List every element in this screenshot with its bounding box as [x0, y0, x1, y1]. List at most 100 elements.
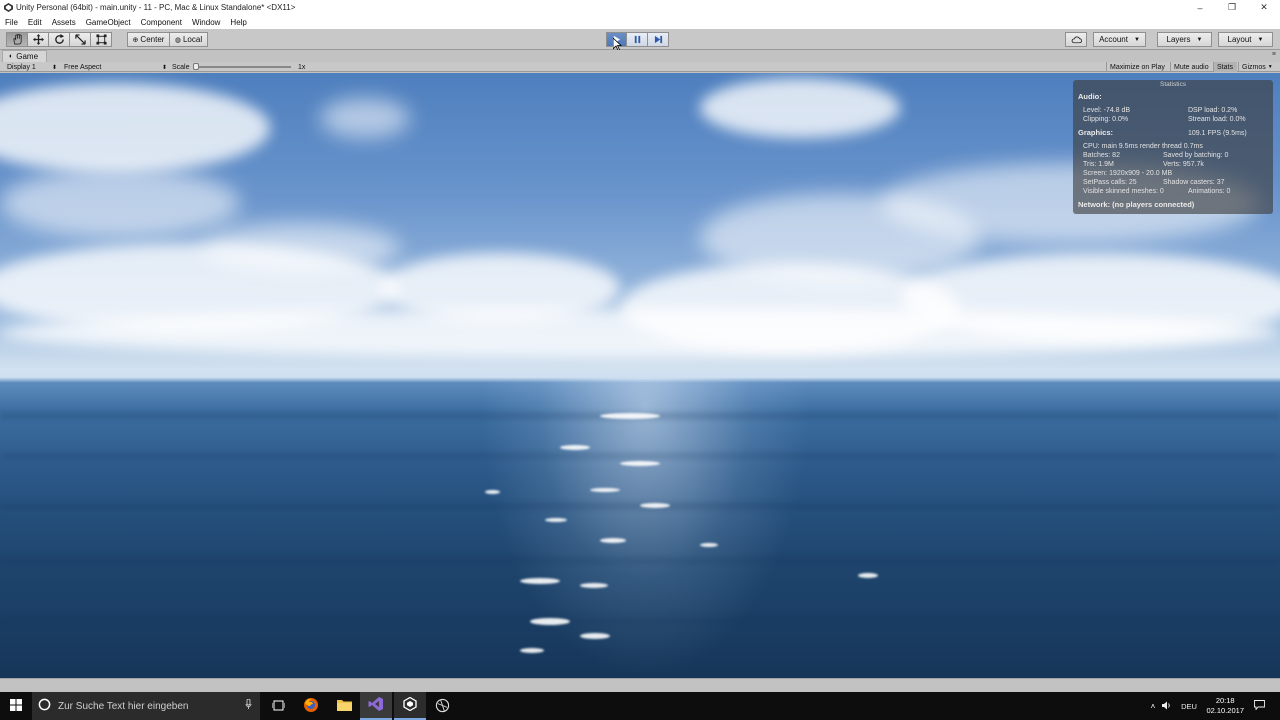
audio-clipping: Clipping: 0.0% — [1083, 116, 1129, 123]
scale-slider-track[interactable] — [195, 66, 291, 68]
pivot-local-button[interactable]: ◍ Local — [170, 32, 208, 47]
caret-down-icon: ▼ — [1133, 36, 1140, 43]
glint — [520, 578, 560, 584]
glint — [530, 618, 570, 625]
menu-assets[interactable]: Assets — [47, 18, 81, 27]
account-dropdown[interactable]: Account ▼ — [1093, 32, 1146, 47]
glint — [600, 538, 626, 543]
move-tool-button[interactable] — [28, 32, 49, 47]
glint — [590, 488, 620, 492]
shadow-casters: Shadow casters: 37 — [1163, 179, 1225, 186]
action-center-button[interactable] — [1248, 692, 1270, 720]
mute-audio-toggle[interactable]: Mute audio — [1170, 62, 1212, 72]
glint — [600, 413, 660, 419]
dsp-load: DSP load: 0.2% — [1188, 107, 1238, 114]
folder-icon — [336, 699, 352, 713]
screen-info: Screen: 1920x909 - 20.0 MB — [1083, 170, 1173, 177]
fps-readout: 109.1 FPS (9.5ms) — [1188, 130, 1247, 137]
step-icon — [654, 35, 663, 44]
taskbar-search[interactable]: Zur Suche Text hier eingeben — [32, 692, 260, 720]
cloud — [0, 168, 240, 238]
microphone-icon[interactable] — [245, 698, 252, 713]
editor-bottom-strip — [0, 678, 1280, 692]
glint — [560, 445, 590, 450]
caret-down-icon: ▼ — [1257, 36, 1264, 43]
taskbar-app[interactable] — [426, 692, 458, 720]
title-bar: Unity Personal (64bit) - main.unity - 11… — [0, 0, 1280, 15]
menu-window[interactable]: Window — [187, 18, 225, 27]
glint — [485, 490, 500, 494]
tab-game[interactable]: ◐ Game — [2, 50, 48, 62]
input-language-button[interactable]: DEU — [1180, 692, 1198, 720]
close-button[interactable]: ✕ — [1248, 0, 1280, 15]
display-dropdown[interactable]: Display 1 ⬍ — [7, 62, 57, 72]
network-status: Network: (no players connected) — [1078, 200, 1195, 209]
wave — [0, 558, 1280, 564]
gizmos-dropdown[interactable]: Gizmos ▼ — [1238, 62, 1278, 72]
cloud — [200, 223, 400, 273]
start-button[interactable] — [0, 692, 32, 720]
taskbar-visual-studio[interactable] — [360, 692, 392, 720]
stream-load: Stream load: 0.0% — [1188, 116, 1246, 123]
layout-dropdown[interactable]: Layout ▼ — [1218, 32, 1273, 47]
layers-group: Layers ▼ — [1157, 32, 1212, 47]
windows-taskbar: Zur Suche Text hier eingeben ˄ DEU 20:18… — [0, 692, 1280, 720]
glint — [858, 573, 878, 578]
sun-reflection — [480, 378, 810, 678]
cloud — [0, 83, 270, 173]
glint — [700, 543, 718, 547]
setpass-calls: SetPass calls: 25 — [1083, 179, 1137, 186]
game-tab-bar: ◐ Game ≡ — [0, 50, 1280, 62]
pivot-center-label: Center — [140, 35, 165, 44]
display-label: Display 1 — [7, 63, 36, 71]
layers-dropdown[interactable]: Layers ▼ — [1157, 32, 1212, 47]
aspect-dropdown[interactable]: Free Aspect ⬍ — [64, 62, 167, 72]
glint — [620, 461, 660, 466]
step-button[interactable] — [648, 32, 669, 47]
menu-help[interactable]: Help — [225, 18, 251, 27]
menu-file[interactable]: File — [0, 18, 23, 27]
local-space-icon: ◍ — [174, 36, 181, 44]
rotate-icon — [54, 34, 65, 45]
menu-component[interactable]: Component — [136, 18, 187, 27]
pause-button[interactable] — [627, 32, 648, 47]
menu-edit[interactable]: Edit — [23, 18, 47, 27]
menu-gameobject[interactable]: GameObject — [81, 18, 136, 27]
cloud-group — [1065, 32, 1087, 47]
clock[interactable]: 20:18 02.10.2017 — [1206, 696, 1244, 716]
stats-toggle[interactable]: Stats — [1213, 62, 1237, 72]
scale-tool-button[interactable] — [70, 32, 91, 47]
game-controller-icon: ◐ — [9, 53, 14, 60]
minimize-button[interactable]: – — [1184, 0, 1216, 15]
aspect-label: Free Aspect — [64, 63, 102, 71]
glint — [580, 633, 610, 639]
wave — [0, 453, 1280, 459]
taskbar-firefox[interactable] — [294, 692, 328, 720]
maximize-on-play-toggle[interactable]: Maximize on Play — [1106, 62, 1169, 72]
speaker-icon — [1162, 701, 1172, 712]
taskbar-unity[interactable] — [394, 692, 426, 720]
tray-overflow-button[interactable]: ˄ — [1146, 692, 1160, 720]
rotate-tool-button[interactable] — [49, 32, 70, 47]
volume-button[interactable] — [1160, 692, 1174, 720]
layout-label: Layout — [1227, 35, 1252, 44]
taskbar-file-explorer[interactable] — [328, 692, 360, 720]
cloud-services-button[interactable] — [1065, 32, 1087, 47]
window-title: Unity Personal (64bit) - main.unity - 11… — [16, 3, 296, 12]
hand-tool-button[interactable] — [6, 32, 28, 47]
animations: Animations: 0 — [1188, 188, 1231, 195]
menu-bar: File Edit Assets GameObject Component Wi… — [0, 15, 1280, 29]
cloud-icon — [1071, 36, 1082, 44]
task-view-button[interactable] — [262, 692, 294, 720]
tab-context-menu-icon[interactable]: ≡ — [1272, 51, 1276, 58]
pivot-center-button[interactable]: ⊕ Center — [127, 32, 170, 47]
scale-slider-thumb[interactable] — [193, 63, 199, 70]
gizmos-label: Gizmos — [1242, 63, 1266, 71]
account-label: Account — [1099, 35, 1128, 44]
saved-by-batching: Saved by batching: 0 — [1163, 152, 1229, 159]
unity-logo-icon — [4, 3, 13, 12]
maximize-button[interactable]: ❐ — [1216, 0, 1248, 15]
rect-tool-button[interactable] — [91, 32, 112, 47]
visual-studio-icon — [368, 696, 384, 714]
cpu-timing: CPU: main 9.5ms render thread 0.7ms — [1083, 143, 1203, 150]
